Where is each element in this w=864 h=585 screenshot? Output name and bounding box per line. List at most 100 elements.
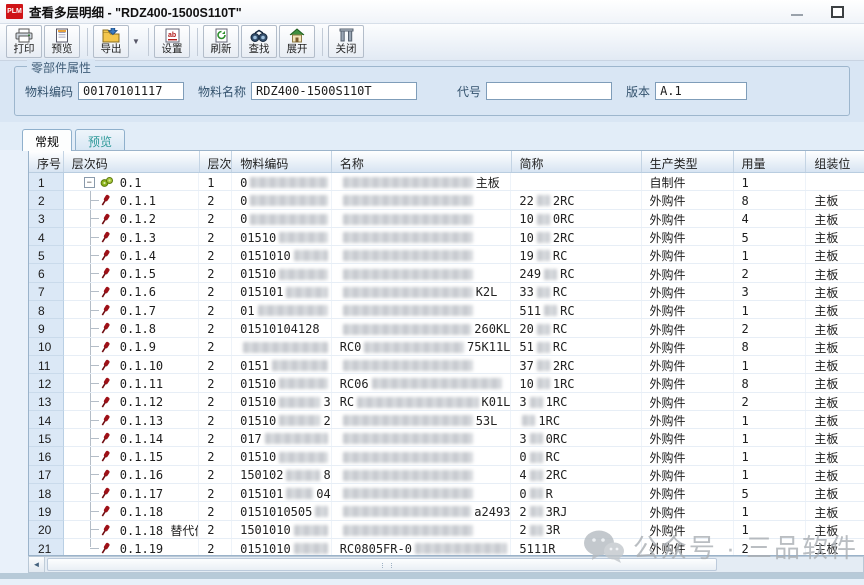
cell-text: 2RC	[553, 194, 575, 208]
table-header-col-qty[interactable]: 用量	[734, 151, 807, 172]
table-row[interactable]: 150.1.14201730RC外购件1主板	[29, 429, 864, 447]
table-row[interactable]: 140.1.13201510253L1RC外购件1主板	[29, 411, 864, 429]
name-cell	[332, 466, 512, 483]
cell-text: 0151010505	[240, 505, 312, 519]
material-code-cell: 0151	[232, 356, 332, 373]
name-cell	[332, 264, 512, 281]
scroll-left-arrow-icon[interactable]: ◄	[29, 557, 45, 572]
table-row[interactable]: 90.1.8201510104128260KL20RC外购件2主板	[29, 319, 864, 337]
redacted-text	[544, 305, 557, 316]
toolbar-button-find[interactable]: 查找	[241, 25, 277, 58]
tree-collapse-toggle[interactable]: −	[84, 177, 95, 188]
redacted-text	[522, 415, 535, 426]
prod-type-cell: 外购件	[642, 283, 734, 300]
name-cell: 主板	[332, 173, 512, 190]
table-row[interactable]: 40.1.3201510102RC外购件5主板	[29, 228, 864, 246]
table-header-col-assembly-pos[interactable]: 组装位	[806, 151, 864, 172]
level-code-cell: 0.1.18	[64, 502, 199, 519]
redacted-text	[343, 177, 473, 188]
cell-text: K01L	[482, 395, 511, 409]
level-code-text: 0.1.6	[120, 285, 156, 299]
table-row[interactable]: 100.1.92RC075K11L51RC外购件8主板	[29, 338, 864, 356]
table-header-col-level[interactable]: 层次	[200, 151, 233, 172]
toolbar-button-settings[interactable]: ab设置	[154, 25, 190, 58]
table-row[interactable]: 1−0.110主板自制件1	[29, 173, 864, 191]
toolbar-button-export[interactable]: 导出	[93, 25, 129, 58]
export-dropdown-arrow-icon[interactable]: ▼	[131, 25, 141, 58]
table-row[interactable]: 30.1.220100RC外购件4主板	[29, 210, 864, 228]
cell-text: 10	[519, 377, 533, 391]
redacted-text	[279, 269, 327, 280]
table-row[interactable]: 70.1.62015101K2L33RC外购件3主板	[29, 283, 864, 301]
cell-text: 19	[519, 249, 533, 263]
level-code-text: 0.1.12	[120, 395, 163, 409]
toolbar-button-refresh[interactable]: 刷新	[203, 25, 239, 58]
row-number: 4	[29, 228, 64, 246]
table-header-col-abbr[interactable]: 简称	[512, 151, 642, 172]
cell-text: 249	[519, 267, 541, 281]
table-row[interactable]: 110.1.1020151372RC外购件1主板	[29, 356, 864, 374]
level-cell: 2	[199, 228, 232, 245]
assembly-pos-cell: 主板	[806, 447, 864, 464]
table-row[interactable]: 60.1.5201510249RC外购件2主板	[29, 264, 864, 282]
table-row[interactable]: 160.1.152015100RC外购件1主板	[29, 447, 864, 465]
name-cell: 53L	[332, 411, 512, 428]
toolbar-button-expand[interactable]: 展开	[279, 25, 315, 58]
assembly-pos-cell: 主板	[806, 484, 864, 501]
redacted-text	[537, 378, 550, 389]
cell-text: 2	[323, 414, 330, 428]
redacted-text	[343, 195, 473, 206]
tab-general[interactable]: 常规	[22, 129, 72, 151]
table-row[interactable]: 180.1.172015101040R外购件5主板	[29, 484, 864, 502]
abbr-cell: 31RC	[511, 393, 641, 410]
name-cell: RCK01L	[332, 393, 512, 410]
tree-branch-line	[90, 474, 99, 475]
table-row[interactable]: 190.1.1820151010505a249323RJ外购件1主板	[29, 502, 864, 520]
minimize-button[interactable]	[791, 14, 803, 16]
scrollbar-thumb[interactable]	[47, 558, 717, 571]
table-row[interactable]: 200.1.18 替代件12150101023R外购件1主板	[29, 521, 864, 539]
maximize-button[interactable]	[831, 6, 844, 18]
prod-type-cell: 外购件	[642, 429, 734, 446]
prod-type-cell: 外购件	[642, 228, 734, 245]
table-header-col-level-code[interactable]: 层次码	[64, 151, 200, 172]
cell-text: 015101	[240, 285, 283, 299]
assembly-pos-cell: 主板	[806, 539, 864, 556]
table-row[interactable]: 210.1.1920151010RC0805FR-05111R外购件2主板	[29, 539, 864, 556]
level-code-cell: 0.1.12	[64, 393, 199, 410]
toolbar-button-printer[interactable]: 打印	[6, 25, 42, 58]
table-row[interactable]: 20.1.120222RC外购件8主板	[29, 191, 864, 209]
level-code-text: 0.1.1	[120, 194, 156, 208]
tree-branch-line	[90, 218, 99, 219]
toolbar-button-preview[interactable]: 预览	[44, 25, 80, 58]
version-field[interactable]: A.1	[655, 82, 747, 100]
part-pin-icon	[100, 432, 111, 446]
prod-type-cell: 外购件	[642, 301, 734, 318]
material-code-field[interactable]: 00170101117	[78, 82, 184, 100]
table-header-col-material-code[interactable]: 物料编码	[232, 151, 332, 172]
table-row[interactable]: 50.1.42015101019RC外购件1主板	[29, 246, 864, 264]
table-header-col-no[interactable]: 序号	[29, 151, 64, 172]
table-row[interactable]: 80.1.7201511RC外购件1主板	[29, 301, 864, 319]
cell-text: RC	[553, 340, 567, 354]
cell-text: RC0	[340, 340, 362, 354]
material-name-field[interactable]: RDZ400-1500S110T	[251, 82, 417, 100]
level-cell: 2	[199, 466, 232, 483]
part-pin-icon	[100, 341, 111, 355]
level-code-cell: 0.1.6	[64, 283, 199, 300]
tab-preview[interactable]: 预览	[75, 129, 125, 150]
table-header-col-name[interactable]: 名称	[332, 151, 512, 172]
table-row[interactable]: 130.1.122015103RCK01L31RC外购件2主板	[29, 393, 864, 411]
prod-type-cell: 外购件	[642, 319, 734, 336]
toolbar-button-close[interactable]: 关闭	[328, 25, 364, 58]
table-row[interactable]: 170.1.162150102842RC外购件1主板	[29, 466, 864, 484]
name-cell: RC0805FR-0	[332, 539, 512, 556]
table-header-col-prod-type[interactable]: 生产类型	[642, 151, 734, 172]
horizontal-scrollbar[interactable]: ◄	[28, 556, 864, 573]
prod-type-cell: 外购件	[642, 411, 734, 428]
table-row[interactable]: 120.1.11201510RC06101RC外购件8主板	[29, 374, 864, 392]
cell-text: RC	[553, 249, 567, 263]
cell-text: 3	[323, 395, 330, 409]
redacted-text	[530, 452, 543, 463]
designation-field[interactable]	[486, 82, 612, 100]
